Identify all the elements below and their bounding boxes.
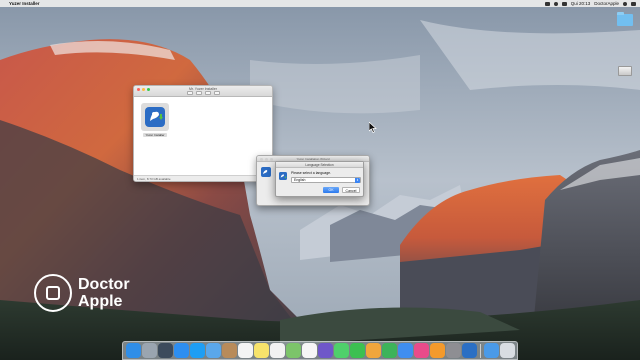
installer-app-icon <box>141 103 169 131</box>
finder-titlebar[interactable]: Mr. Yuzer Installer <box>134 86 272 97</box>
notes-icon[interactable] <box>253 343 269 358</box>
installer-zoom-button[interactable] <box>270 157 273 161</box>
photos-icon[interactable] <box>301 343 317 358</box>
back-forward-button[interactable] <box>186 91 193 95</box>
numbers-icon[interactable] <box>381 343 397 358</box>
launchpad-icon[interactable] <box>141 343 157 358</box>
cancel-button[interactable]: Cancel <box>342 187 360 193</box>
language-select[interactable]: English ⇕ <box>291 177 361 183</box>
logo-circle-icon <box>34 274 72 312</box>
pages-icon[interactable] <box>365 343 381 358</box>
arrange-button[interactable] <box>204 91 211 95</box>
safari-icon[interactable] <box>173 343 189 358</box>
imovie-icon[interactable] <box>317 343 333 358</box>
finder-content: Yuzer Installer <box>134 97 272 175</box>
mail-icon[interactable] <box>205 343 221 358</box>
language-select-value: English <box>294 178 306 182</box>
menubar-user[interactable]: DoctorApple <box>594 1 619 6</box>
logo-line-1: Doctor <box>78 276 130 293</box>
app-menu-name[interactable]: Yuzer Installer <box>9 1 40 6</box>
battery-icon[interactable] <box>561 1 567 6</box>
installer-minimize-button[interactable] <box>265 157 268 161</box>
wifi-icon[interactable] <box>553 1 558 6</box>
contacts-icon[interactable] <box>221 343 237 358</box>
app-store-icon[interactable] <box>189 343 205 358</box>
finder-toolbar <box>134 91 272 95</box>
select-arrows-icon: ⇕ <box>355 178 360 183</box>
calendar-icon[interactable] <box>237 343 253 358</box>
mouse-cursor-icon <box>369 122 377 133</box>
logo-wordmark: Doctor Apple <box>78 276 130 310</box>
desktop: Yuzer Installer Qui 20:13 DoctorApple Mr… <box>0 0 640 360</box>
ibooks-icon[interactable] <box>429 343 445 358</box>
messages-icon[interactable] <box>333 343 349 358</box>
finder-window: Mr. Yuzer Installer Yuzer Installer 1 it… <box>133 85 273 182</box>
system-preferences-icon[interactable] <box>445 343 461 358</box>
keynote-icon[interactable] <box>397 343 413 358</box>
spotlight-icon[interactable] <box>623 1 627 6</box>
desktop-drive[interactable] <box>618 66 632 76</box>
folder-icon <box>617 12 633 26</box>
language-dialog: Language Selection Please select a langu… <box>275 161 364 197</box>
facetime-icon[interactable] <box>349 343 365 358</box>
dock <box>122 341 518 360</box>
installer-window-controls <box>260 157 273 161</box>
installer-icon[interactable] <box>461 343 477 358</box>
installer-app-item[interactable]: Yuzer Installer <box>140 103 170 137</box>
action-button[interactable] <box>213 91 220 95</box>
hard-drive-icon <box>618 66 632 76</box>
downloads-icon[interactable] <box>483 343 499 358</box>
mission-control-icon[interactable] <box>157 343 173 358</box>
dialog-app-icon <box>279 172 287 180</box>
notification-center-icon[interactable] <box>631 1 636 6</box>
dialog-title: Language Selection <box>305 163 334 167</box>
logo-line-2: Apple <box>78 293 123 310</box>
installer-logo-icon <box>261 167 271 177</box>
maps-icon[interactable] <box>285 343 301 358</box>
dialog-prompt: Please select a language. <box>291 171 332 175</box>
finder-statusbar: 1 item, 8.73 GB available <box>134 175 272 181</box>
installer-close-button[interactable] <box>260 157 263 161</box>
installer-app-label: Yuzer Installer <box>143 133 167 137</box>
view-button[interactable] <box>195 91 202 95</box>
itunes-icon[interactable] <box>413 343 429 358</box>
reminders-icon[interactable] <box>269 343 285 358</box>
menu-bar: Yuzer Installer Qui 20:13 DoctorApple <box>0 0 640 7</box>
airplay-icon[interactable] <box>544 1 550 6</box>
desktop-folder[interactable] <box>617 12 633 26</box>
ok-button[interactable]: OK <box>323 187 339 193</box>
trash-icon[interactable] <box>499 343 515 358</box>
logo-home-button-icon <box>46 286 60 300</box>
finder-icon[interactable] <box>125 343 141 358</box>
doctor-apple-logo: Doctor Apple <box>34 274 130 312</box>
menubar-clock[interactable]: Qui 20:13 <box>571 1 591 6</box>
menu-extras: Qui 20:13 DoctorApple <box>544 1 636 6</box>
dialog-titlebar[interactable]: Language Selection <box>276 162 363 168</box>
dock-separator <box>479 343 481 358</box>
